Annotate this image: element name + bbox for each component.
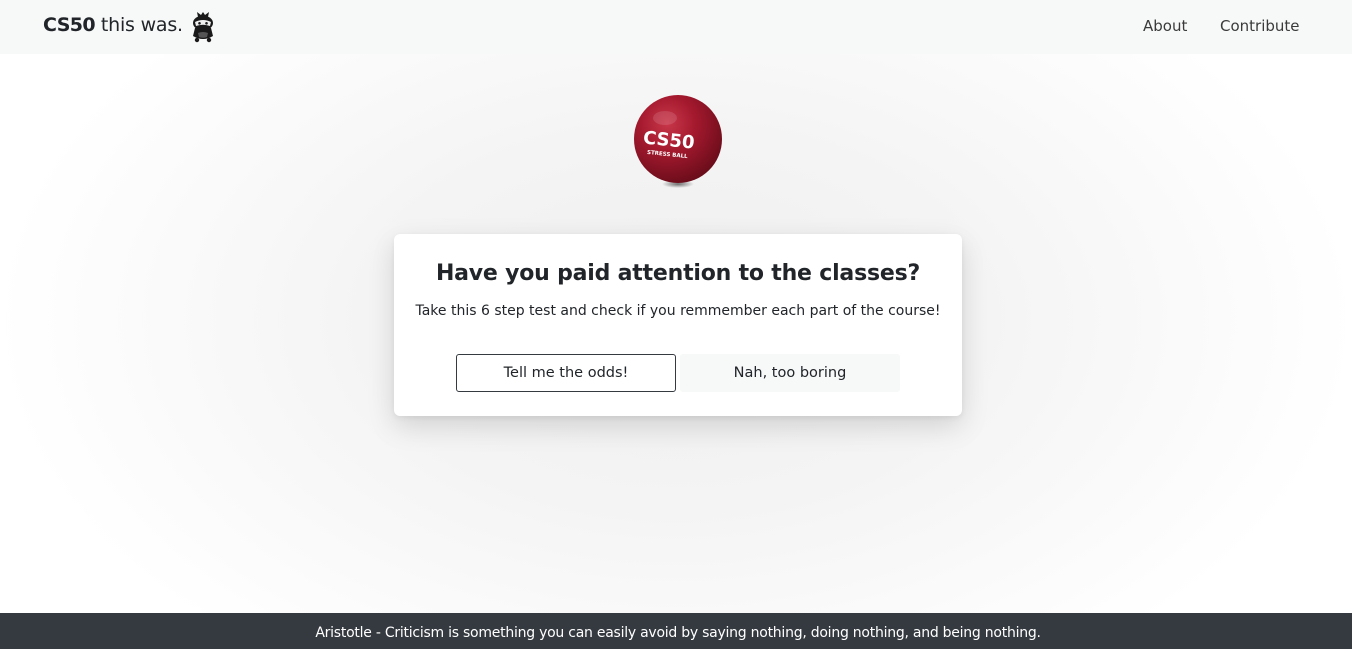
brand-tagline: this was. (95, 14, 183, 36)
ninja-mascot-icon[interactable] (189, 11, 217, 43)
brand-name: CS50 (43, 14, 96, 36)
nav-about-link[interactable]: About (1143, 16, 1187, 36)
navbar: CS50 this was. About Contribute (0, 0, 1352, 54)
card-description: Take this 6 step test and check if you r… (415, 303, 941, 319)
card-title: Have you paid attention to the classes? (435, 261, 921, 286)
decline-button[interactable]: Nah, too boring (680, 354, 900, 392)
footer: Aristotle - Criticism is something you c… (0, 613, 1352, 649)
brand-link[interactable]: CS50 this was. (43, 13, 183, 37)
cs50-stress-ball-image: CS50 STRESS BALL (634, 95, 722, 188)
quiz-intro-card: Have you paid attention to the classes? … (394, 234, 962, 416)
start-test-button[interactable]: Tell me the odds! (456, 354, 676, 392)
nav-contribute-link[interactable]: Contribute (1220, 16, 1300, 36)
footer-quote: Aristotle - Criticism is something you c… (315, 625, 1041, 641)
